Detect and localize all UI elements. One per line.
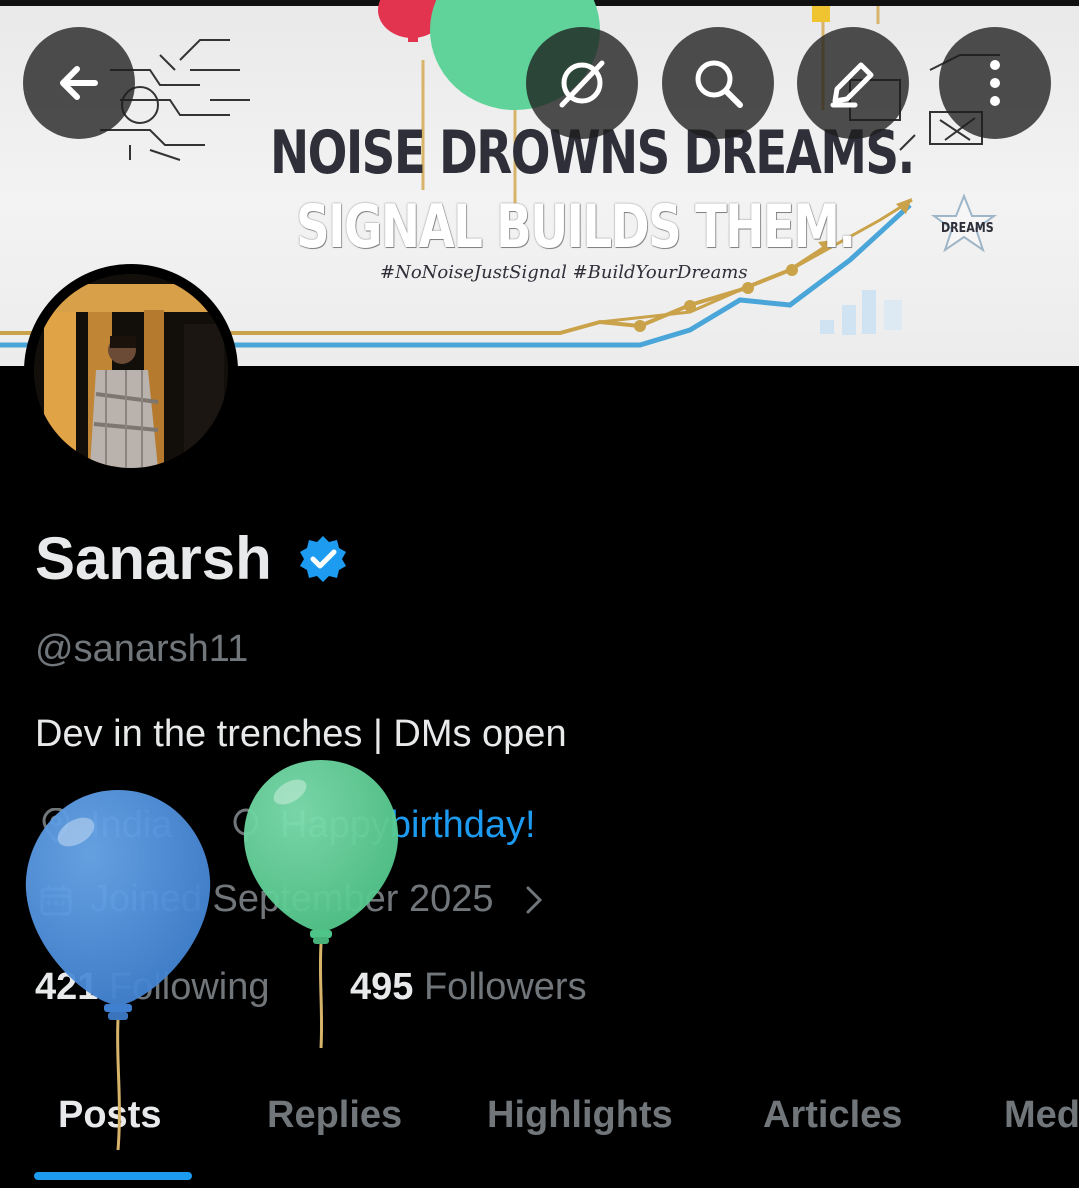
joined-date[interactable]: Joined September 2025 (38, 878, 552, 921)
tab-posts[interactable]: Posts (58, 1094, 161, 1137)
banner-headline-2: SIGNAL BUILDS THEM. (296, 192, 856, 262)
tab-highlights[interactable]: Highlights (487, 1094, 673, 1137)
grok-button[interactable] (526, 27, 638, 139)
verified-badge-icon[interactable] (298, 534, 348, 584)
following-label: Following (108, 966, 270, 1008)
following-stat[interactable]: 421 Following (35, 966, 270, 1009)
more-vertical-icon (990, 60, 1000, 106)
location: India (38, 804, 172, 847)
tab-articles[interactable]: Articles (763, 1094, 902, 1137)
search-button[interactable] (662, 27, 774, 139)
location-text: India (90, 804, 173, 846)
tab-replies[interactable]: Replies (267, 1094, 402, 1137)
active-tab-indicator (34, 1172, 192, 1180)
birthday[interactable]: Happy birthday! (228, 804, 536, 847)
balloon-icon (233, 808, 259, 842)
user-handle: @sanarsh11 (35, 628, 249, 670)
banner-dreams-badge: DREAMS (941, 221, 994, 236)
tab-media[interactable]: Med (1004, 1094, 1079, 1137)
followers-stat[interactable]: 495 Followers (350, 966, 587, 1009)
avatar[interactable] (24, 264, 238, 478)
birthday-prefix: Happy (280, 804, 390, 846)
following-count: 421 (35, 966, 99, 1008)
bio: Dev in the trenches | DMs open (35, 713, 567, 755)
edit-button[interactable] (797, 27, 909, 139)
arrow-left-icon (60, 66, 98, 100)
followers-label: Followers (423, 966, 587, 1008)
back-button[interactable] (23, 27, 135, 139)
more-button[interactable] (939, 27, 1051, 139)
grok-icon (559, 60, 605, 108)
followers-count: 495 (350, 966, 414, 1008)
search-icon (695, 60, 743, 108)
joined-text: Joined September 2025 (90, 878, 494, 920)
chevron-right-icon (526, 886, 542, 913)
banner-hashtags: #NoNoiseJustSignal #BuildYourDreams (380, 262, 748, 283)
avatar-photo (34, 274, 228, 468)
location-pin-icon (42, 807, 70, 843)
display-name: Sanarsh (35, 525, 272, 592)
calendar-icon (40, 884, 72, 915)
pencil-icon (830, 62, 874, 108)
birthday-link[interactable]: birthday! (390, 804, 536, 847)
